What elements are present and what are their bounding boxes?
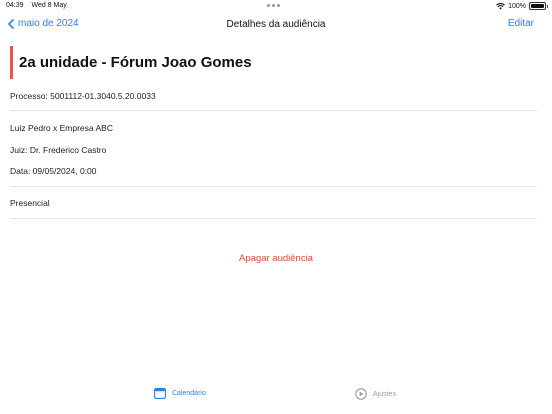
status-left: 04:39 Wed 8 May xyxy=(6,2,67,9)
multitasking-dots-icon[interactable] xyxy=(267,4,280,7)
hearing-judge: Juiz: Dr. Frederico Castro xyxy=(10,145,107,155)
delete-hearing-button[interactable]: Apagar audiência xyxy=(0,253,552,264)
hearing-date: Data: 09/05/2024, 0:00 xyxy=(10,166,97,176)
settings-icon xyxy=(355,388,367,400)
tab-calendar-label: Calendário xyxy=(172,390,206,397)
status-time: 04:39 xyxy=(6,2,24,9)
process-number: Processo: 5001112-01.3040.5.20.0033 xyxy=(10,91,156,101)
hearing-details: 2a unidade - Fórum Joao Gomes Processo: … xyxy=(10,44,537,219)
edit-button[interactable]: Editar xyxy=(508,18,534,29)
tab-bar: Calendário Ajustes xyxy=(0,384,552,410)
hearing-parties: Luiz Pedro x Empresa ABC xyxy=(10,123,113,133)
tab-settings[interactable]: Ajustes xyxy=(355,388,396,400)
hearing-title-row: 2a unidade - Fórum Joao Gomes xyxy=(10,44,537,80)
page-title: Detalhes da audiência xyxy=(226,19,326,30)
status-bar: 04:39 Wed 8 May 100% xyxy=(0,0,552,12)
title-accent-bar xyxy=(10,46,13,79)
navigation-bar: maio de 2024 Detalhes da audiência Edita… xyxy=(0,12,552,38)
divider xyxy=(10,186,537,187)
divider xyxy=(10,218,537,219)
battery-icon xyxy=(529,2,548,10)
status-right: 100% xyxy=(496,2,548,10)
hearing-title: 2a unidade - Fórum Joao Gomes xyxy=(19,54,252,71)
battery-percentage: 100% xyxy=(508,2,526,10)
tab-calendar[interactable]: Calendário xyxy=(154,388,206,399)
hearing-mode: Presencial xyxy=(10,198,50,208)
calendar-icon xyxy=(154,388,166,399)
wifi-icon xyxy=(496,2,505,9)
divider xyxy=(10,110,537,111)
status-date: Wed 8 May xyxy=(31,2,67,9)
tab-settings-label: Ajustes xyxy=(373,390,396,398)
